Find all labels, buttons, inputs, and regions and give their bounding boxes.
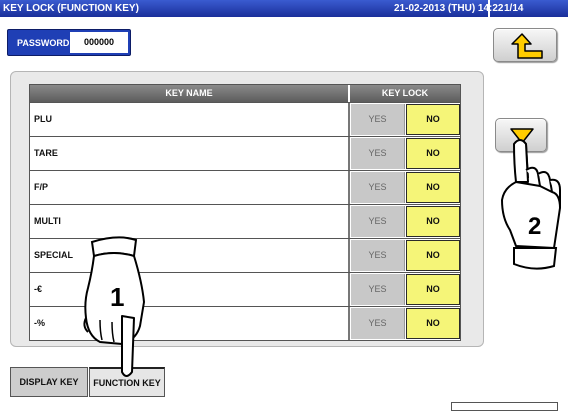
row-divider [348,239,350,272]
title-bar: KEY LOCK (FUNCTION KEY) 21-02-2013 (THU)… [0,0,568,17]
step-1-label: 1 [110,282,124,312]
header-key-lock: KEY LOCK [381,88,429,98]
row-divider [348,171,350,204]
row-divider [348,205,350,238]
no-button[interactable]: NO [406,206,460,237]
back-button[interactable] [493,28,557,62]
no-button[interactable]: NO [406,308,460,339]
tab-display-key[interactable]: DISPLAY KEY [10,367,88,397]
table-header: KEY NAME KEY LOCK [30,85,460,102]
row-divider [348,307,350,340]
return-arrow-icon [511,33,543,59]
no-button[interactable]: NO [406,104,460,135]
title-divider [488,0,490,17]
no-button[interactable]: NO [406,274,460,305]
key-name-cell: TARE [34,148,58,158]
hand-pointer-icon: 1 [83,236,145,377]
status-box [451,402,558,411]
no-button[interactable]: NO [406,172,460,203]
key-name-cell: PLU [34,114,52,124]
yes-button[interactable]: YES [351,104,405,135]
page-indicator: 1/14 [504,3,524,14]
yes-button[interactable]: YES [351,240,405,271]
table-row: F/P YES NO [30,170,460,204]
password-value[interactable]: 000000 [70,32,128,53]
yes-button[interactable]: YES [351,308,405,339]
yes-button[interactable]: YES [351,172,405,203]
yes-button[interactable]: YES [351,138,405,169]
row-divider [348,273,350,306]
password-box[interactable]: PASSWORD 000000 [7,29,131,56]
no-button[interactable]: NO [406,240,460,271]
yes-button[interactable]: YES [351,206,405,237]
row-divider [348,103,350,136]
yes-button[interactable]: YES [351,274,405,305]
table-row: TARE YES NO [30,136,460,170]
no-button[interactable]: NO [406,138,460,169]
row-divider [348,137,350,170]
key-name-cell: F/P [34,182,49,192]
screen-title: KEY LOCK (FUNCTION KEY) [3,3,139,14]
header-key-name: KEY NAME [165,88,213,98]
hand-pointer-icon: 2 [501,139,561,270]
password-label: PASSWORD [17,38,70,48]
table-row: PLU YES NO [30,102,460,136]
step-2-label: 2 [528,213,541,240]
